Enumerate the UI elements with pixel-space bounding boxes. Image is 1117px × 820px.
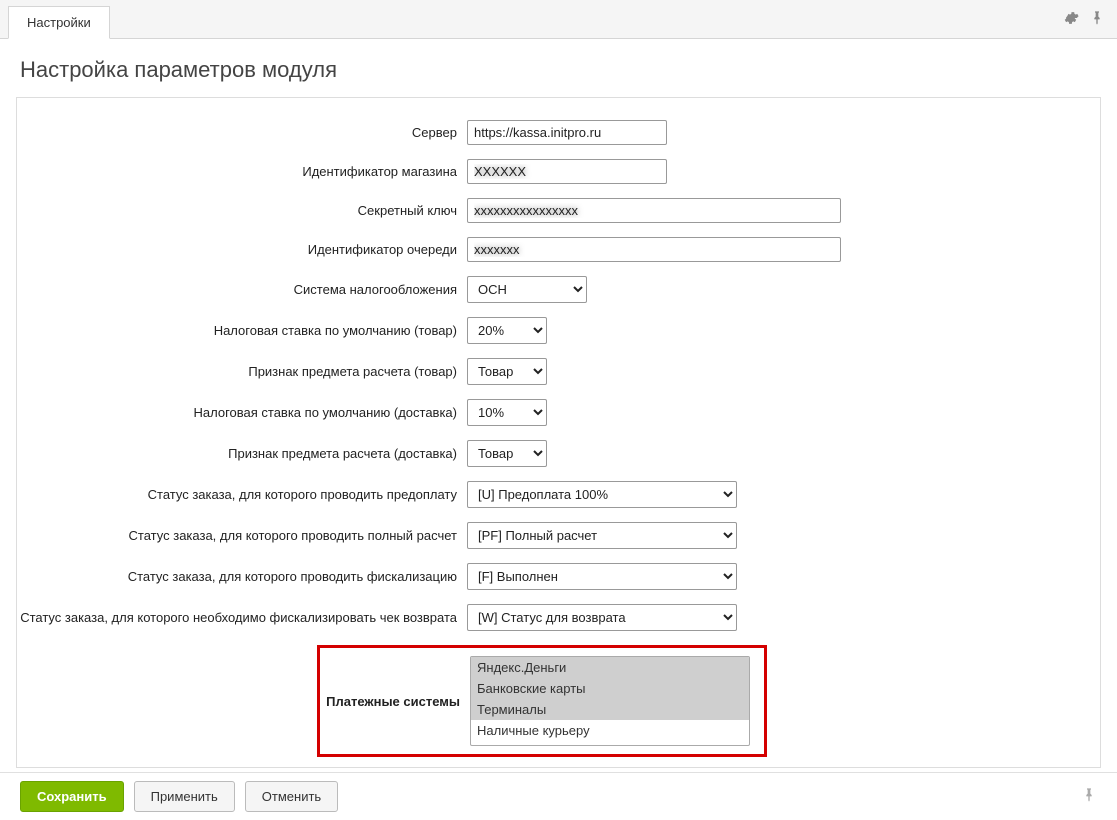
- settings-panel: Сервер Идентификатор магазина Секретный …: [16, 97, 1101, 768]
- label-status-refund: Статус заказа, для которого необходимо ф…: [17, 610, 467, 625]
- list-item[interactable]: Яндекс.Деньги: [471, 657, 749, 678]
- label-payment-systems: Платежные системы: [320, 694, 470, 709]
- tax-system-select[interactable]: ОСН: [467, 276, 587, 303]
- server-input[interactable]: [467, 120, 667, 145]
- subject-delivery-select[interactable]: Товар: [467, 440, 547, 467]
- payment-systems-highlight: Платежные системы Яндекс.Деньги Банковск…: [317, 645, 767, 757]
- label-vat-product: Налоговая ставка по умолчанию (товар): [17, 323, 467, 338]
- status-full-select[interactable]: [PF] Полный расчет: [467, 522, 737, 549]
- status-refund-select[interactable]: [W] Статус для возврата: [467, 604, 737, 631]
- label-tax-system: Система налогообложения: [17, 282, 467, 297]
- vat-product-select[interactable]: 20%: [467, 317, 547, 344]
- row-status-prepay: Статус заказа, для которого проводить пр…: [17, 481, 1100, 508]
- row-shop-id: Идентификатор магазина: [17, 159, 1100, 184]
- apply-button[interactable]: Применить: [134, 781, 235, 812]
- row-server: Сервер: [17, 120, 1100, 145]
- pin-icon[interactable]: [1089, 10, 1105, 29]
- list-item[interactable]: Банковские карты: [471, 678, 749, 699]
- label-server: Сервер: [17, 125, 467, 140]
- status-fiscal-select[interactable]: [F] Выполнен: [467, 563, 737, 590]
- label-status-fiscal: Статус заказа, для которого проводить фи…: [17, 569, 467, 584]
- label-status-prepay: Статус заказа, для которого проводить пр…: [17, 487, 467, 502]
- row-status-fiscal: Статус заказа, для которого проводить фи…: [17, 563, 1100, 590]
- cancel-button[interactable]: Отменить: [245, 781, 338, 812]
- label-secret-key: Секретный ключ: [17, 203, 467, 218]
- pin-icon[interactable]: [1081, 787, 1097, 806]
- row-vat-delivery: Налоговая ставка по умолчанию (доставка)…: [17, 399, 1100, 426]
- label-subject-product: Признак предмета расчета (товар): [17, 364, 467, 379]
- topbar: Настройки: [0, 0, 1117, 39]
- queue-id-input[interactable]: [467, 237, 841, 262]
- page-title: Настройка параметров модуля: [0, 39, 1117, 97]
- action-bar: Сохранить Применить Отменить: [0, 772, 1117, 820]
- row-tax-system: Система налогообложения ОСН: [17, 276, 1100, 303]
- row-vat-product: Налоговая ставка по умолчанию (товар) 20…: [17, 317, 1100, 344]
- payment-systems-listbox[interactable]: Яндекс.Деньги Банковские карты Терминалы…: [470, 656, 750, 746]
- row-subject-delivery: Признак предмета расчета (доставка) Това…: [17, 440, 1100, 467]
- row-subject-product: Признак предмета расчета (товар) Товар: [17, 358, 1100, 385]
- secret-key-input[interactable]: [467, 198, 841, 223]
- vat-delivery-select[interactable]: 10%: [467, 399, 547, 426]
- topbar-icons: [1063, 10, 1105, 29]
- gear-icon[interactable]: [1063, 10, 1079, 29]
- save-button[interactable]: Сохранить: [20, 781, 124, 812]
- row-status-full: Статус заказа, для которого проводить по…: [17, 522, 1100, 549]
- label-shop-id: Идентификатор магазина: [17, 164, 467, 179]
- status-prepay-select[interactable]: [U] Предоплата 100%: [467, 481, 737, 508]
- row-status-refund: Статус заказа, для которого необходимо ф…: [17, 604, 1100, 631]
- label-vat-delivery: Налоговая ставка по умолчанию (доставка): [17, 405, 467, 420]
- shop-id-input[interactable]: [467, 159, 667, 184]
- subject-product-select[interactable]: Товар: [467, 358, 547, 385]
- tab-settings[interactable]: Настройки: [8, 6, 110, 39]
- row-queue-id: Идентификатор очереди: [17, 237, 1100, 262]
- label-subject-delivery: Признак предмета расчета (доставка): [17, 446, 467, 461]
- label-queue-id: Идентификатор очереди: [17, 242, 467, 257]
- list-item[interactable]: Наличные курьеру: [471, 720, 749, 741]
- row-secret-key: Секретный ключ: [17, 198, 1100, 223]
- label-status-full: Статус заказа, для которого проводить по…: [17, 528, 467, 543]
- list-item[interactable]: Терминалы: [471, 699, 749, 720]
